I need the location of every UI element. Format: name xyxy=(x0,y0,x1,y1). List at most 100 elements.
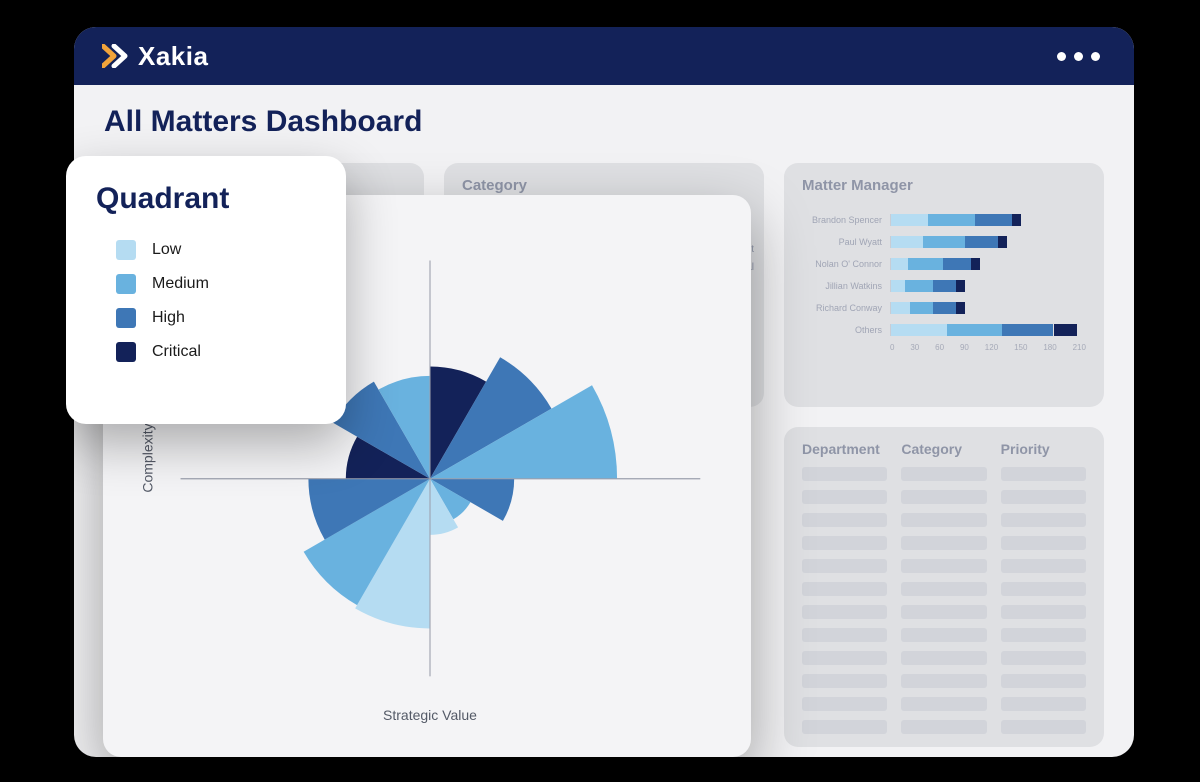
mm-bar-seg-critical xyxy=(1054,324,1077,336)
table-body xyxy=(784,467,1104,734)
mm-row-label: Nolan O' Connor xyxy=(802,259,890,269)
dot-icon xyxy=(1057,52,1066,61)
mm-bar-seg-low xyxy=(891,214,928,226)
table-cell-placeholder xyxy=(1001,720,1086,734)
mm-bar-seg-low xyxy=(891,280,905,292)
mm-bar-seg-critical xyxy=(998,236,1007,248)
card-table: Department Category Priority xyxy=(784,427,1104,747)
table-header: Department Category Priority xyxy=(784,427,1104,467)
mm-bar-seg-medium xyxy=(905,280,933,292)
legend-label: Critical xyxy=(152,343,201,361)
table-row xyxy=(802,651,1086,665)
mm-bar-seg-critical xyxy=(1012,214,1021,226)
mm-row-label: Jillian Watkins xyxy=(802,281,890,291)
table-cell-placeholder xyxy=(802,605,887,619)
axis-tick: 210 xyxy=(1073,343,1086,352)
brand-name: Xakia xyxy=(138,41,208,72)
table-row xyxy=(802,513,1086,527)
dot-icon xyxy=(1091,52,1100,61)
table-cell-placeholder xyxy=(1001,536,1086,550)
table-col-department: Department xyxy=(802,441,887,457)
mm-bar-seg-critical xyxy=(956,302,965,314)
table-row xyxy=(802,490,1086,504)
legend-item-high[interactable]: High xyxy=(116,308,316,328)
axis-tick: 180 xyxy=(1043,343,1056,352)
legend-item-critical[interactable]: Critical xyxy=(116,342,316,362)
axis-tick: 60 xyxy=(935,343,944,352)
table-col-priority: Priority xyxy=(1001,441,1086,457)
axis-tick: 90 xyxy=(960,343,969,352)
mm-bar-seg-high xyxy=(933,302,956,314)
mm-x-axis: 0 30 60 90 120 150 180 210 xyxy=(890,341,1086,352)
titlebar: Xakia xyxy=(74,27,1134,85)
axis-tick: 150 xyxy=(1014,343,1027,352)
legend-card: Quadrant LowMediumHighCritical xyxy=(66,156,346,424)
legend-list: Low Medium High Critical xyxy=(96,240,316,362)
table-cell-placeholder xyxy=(901,559,986,573)
mm-bar-seg-high xyxy=(965,236,997,248)
table-cell-placeholder xyxy=(802,559,887,573)
mm-row-label: Richard Conway xyxy=(802,303,890,313)
mm-row: Paul Wyatt xyxy=(802,231,1086,253)
table-row xyxy=(802,559,1086,573)
mm-bar-seg-low xyxy=(891,258,908,270)
table-row xyxy=(802,536,1086,550)
table-cell-placeholder xyxy=(1001,697,1086,711)
legend-item-low[interactable]: Low xyxy=(116,240,316,260)
table-cell-placeholder xyxy=(802,536,887,550)
axis-tick: 0 xyxy=(890,343,894,352)
matter-manager-chart: Brandon Spencer Paul Wyatt Nolan O' Connor… xyxy=(802,209,1086,391)
mm-bar-seg-medium xyxy=(923,236,965,248)
table-cell-placeholder xyxy=(802,513,887,527)
mm-bar-seg-low xyxy=(891,302,910,314)
table-row xyxy=(802,720,1086,734)
mm-bar-seg-medium xyxy=(928,214,974,226)
table-row xyxy=(802,628,1086,642)
mm-bar-seg-low xyxy=(891,236,923,248)
swatch-icon xyxy=(116,274,136,294)
table-row xyxy=(802,697,1086,711)
legend-item-medium[interactable]: Medium xyxy=(116,274,316,294)
table-cell-placeholder xyxy=(802,490,887,504)
card-matter-manager: Matter Manager Brandon Spencer Paul Wyatt… xyxy=(784,163,1104,407)
swatch-icon xyxy=(116,240,136,260)
mm-bar-seg-medium xyxy=(947,324,1003,336)
table-cell-placeholder xyxy=(802,697,887,711)
table-cell-placeholder xyxy=(901,467,986,481)
table-cell-placeholder xyxy=(802,651,887,665)
table-cell-placeholder xyxy=(802,467,887,481)
table-row xyxy=(802,467,1086,481)
table-row xyxy=(802,674,1086,688)
table-cell-placeholder xyxy=(901,605,986,619)
table-row xyxy=(802,582,1086,596)
page-title: All Matters Dashboard xyxy=(104,105,1134,139)
table-cell-placeholder xyxy=(802,720,887,734)
legend-label: Low xyxy=(152,241,181,259)
axis-label-y: Complexity xyxy=(140,423,156,492)
table-cell-placeholder xyxy=(1001,467,1086,481)
mm-bar-seg-high xyxy=(933,280,956,292)
table-cell-placeholder xyxy=(901,582,986,596)
mm-bar-seg-low xyxy=(891,324,947,336)
table-cell-placeholder xyxy=(1001,490,1086,504)
card-title: Matter Manager xyxy=(784,163,1104,202)
mm-row: Nolan O' Connor xyxy=(802,253,1086,275)
legend-label: High xyxy=(152,309,185,327)
table-cell-placeholder xyxy=(802,674,887,688)
table-cell-placeholder xyxy=(901,720,986,734)
more-menu-button[interactable] xyxy=(1057,52,1100,61)
swatch-icon xyxy=(116,342,136,362)
chevrons-icon xyxy=(102,44,132,68)
mm-bar xyxy=(890,302,1086,314)
legend-label: Medium xyxy=(152,275,209,293)
table-cell-placeholder xyxy=(802,628,887,642)
mm-bar xyxy=(890,236,1086,248)
axis-tick: 30 xyxy=(910,343,919,352)
mm-bar-seg-high xyxy=(1002,324,1053,336)
swatch-icon xyxy=(116,308,136,328)
table-cell-placeholder xyxy=(1001,513,1086,527)
table-col-category: Category xyxy=(901,441,986,457)
axis-tick: 120 xyxy=(985,343,998,352)
mm-bar xyxy=(890,280,1086,292)
mm-row-label: Brandon Spencer xyxy=(802,215,890,225)
